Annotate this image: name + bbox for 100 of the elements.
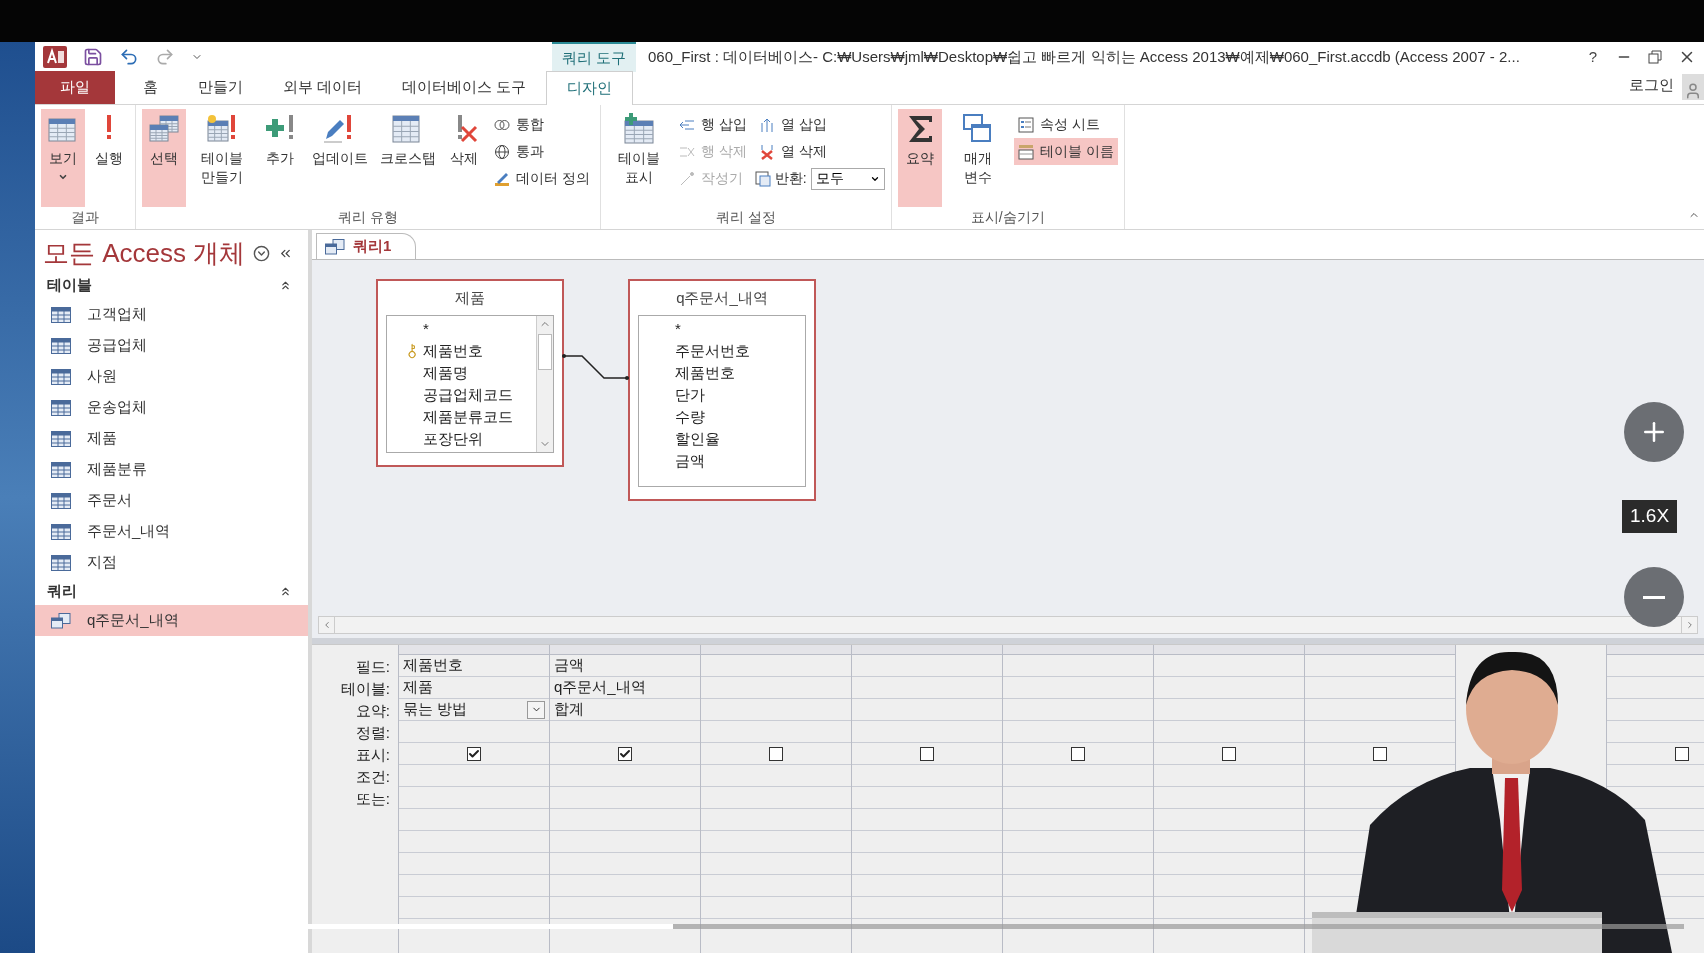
nav-item[interactable]: 제품분류 — [35, 454, 308, 485]
save-icon[interactable] — [83, 47, 103, 67]
nav-item[interactable]: 주문서 — [35, 485, 308, 516]
nav-item[interactable]: 운송업체 — [35, 392, 308, 423]
grid-cell[interactable]: 합계 — [550, 698, 584, 721]
app-logo[interactable] — [43, 46, 67, 68]
windows-icon — [961, 113, 994, 145]
nav-item-label: q주문서_내역 — [87, 610, 179, 631]
window-title: 060_First : 데이터베이스- C:₩Users₩jml₩Desktop₩쉽고 빠르게 익히는 Access 2013₩예제₩060_First.accdb (Access 2007 - 2... — [648, 46, 1520, 67]
nav-item[interactable]: 고객업체 — [35, 299, 308, 330]
show-checkbox[interactable] — [1675, 746, 1689, 761]
field-name[interactable]: 제품번호 — [675, 361, 735, 385]
return-label: 반환: — [774, 169, 807, 188]
ribbon-tab[interactable]: 파일 — [35, 71, 115, 104]
nav-section-header[interactable]: 테이블 — [47, 274, 92, 297]
nav-item[interactable]: 주문서_내역 — [35, 516, 308, 547]
collapse-section-icon[interactable] — [279, 279, 292, 292]
row-label: 또는: — [355, 789, 390, 809]
crosstab-button[interactable]: 크로스탭 — [374, 109, 438, 207]
login-link[interactable]: 로그인 — [1629, 73, 1674, 96]
ribbon-tab[interactable]: 홈 — [123, 71, 178, 104]
nav-item[interactable]: 사원 — [35, 361, 308, 392]
field-name[interactable]: * — [675, 317, 681, 341]
delete-columns-button[interactable]: 열 삭제 — [754, 138, 885, 165]
undo-icon[interactable] — [119, 47, 139, 67]
redo-icon[interactable] — [155, 47, 175, 67]
show-checkbox[interactable] — [467, 746, 481, 761]
table-plus-icon — [622, 113, 655, 145]
field-name[interactable]: 제품명 — [423, 361, 468, 385]
make-table-button[interactable]: 테이블 만들기 — [190, 109, 254, 207]
field-name[interactable]: 금액 — [675, 449, 705, 473]
total-dropdown[interactable]: 묶는 방법 — [399, 698, 549, 721]
show-table-button[interactable]: 테이블 표시 — [606, 109, 671, 207]
nav-menu-icon[interactable] — [253, 244, 271, 262]
ribbon-tab[interactable]: 디자인 — [546, 71, 634, 105]
show-checkbox[interactable] — [920, 746, 934, 761]
pass-through-button[interactable]: 통과 — [490, 138, 594, 165]
run-button[interactable]: 실행 — [89, 109, 129, 207]
nav-item[interactable]: 제품 — [35, 423, 308, 454]
totals-button[interactable]: 요약 — [897, 109, 942, 207]
field-name[interactable]: 공급업체코드 — [423, 383, 513, 407]
caret-icon — [58, 172, 68, 182]
insert-rows-button[interactable]: 행 삽입 — [674, 111, 751, 138]
field-name[interactable]: 단가 — [675, 383, 705, 407]
field-name[interactable]: 제품번호 — [423, 339, 483, 363]
insert-columns-button[interactable]: 열 삽입 — [754, 111, 885, 138]
ribbon-tab[interactable]: 데이터베이스 도구 — [382, 71, 547, 104]
property-sheet-button[interactable]: 속성 시트 — [1013, 111, 1118, 138]
field-name[interactable]: 주문서번호 — [675, 339, 750, 363]
table-names-button[interactable]: 테이블 이름 — [1013, 138, 1118, 165]
nav-item-label: 운송업체 — [87, 397, 147, 418]
field-name[interactable]: 제품분류코드 — [423, 405, 513, 429]
pencil-exclamation-icon — [322, 113, 354, 145]
view-button[interactable]: 보기 — [41, 109, 85, 207]
show-checkbox[interactable] — [1222, 746, 1236, 761]
nav-item-label: 사원 — [87, 366, 117, 387]
collapse-section-icon[interactable] — [279, 585, 292, 598]
return-select[interactable]: 모두 — [810, 167, 885, 190]
tables-icon — [148, 113, 180, 145]
ribbon-tab[interactable]: 만들기 — [178, 71, 263, 104]
nav-item-label: 공급업체 — [87, 335, 147, 356]
update-button[interactable]: 업데이트 — [306, 109, 370, 207]
nav-item-label: 제품분류 — [87, 459, 147, 480]
nav-item-label: 주문서 — [87, 490, 132, 511]
nav-item[interactable]: 공급업체 — [35, 330, 308, 361]
help-button[interactable]: ? — [1578, 45, 1608, 69]
grid-cell[interactable]: 금액 — [550, 654, 584, 677]
table-icon — [51, 368, 71, 385]
parameters-button[interactable]: 매개 변수 — [945, 109, 1010, 207]
grid-cell[interactable]: q주문서_내역 — [550, 676, 646, 699]
union-button[interactable]: 통합 — [490, 111, 594, 138]
scroll-thumb[interactable] — [538, 334, 552, 370]
ribbon-tab[interactable]: 외부 데이터 — [263, 71, 383, 104]
query-icon — [325, 238, 345, 255]
grid-cell[interactable]: 제품번호 — [399, 654, 463, 677]
user-avatar[interactable] — [1682, 74, 1704, 100]
nav-item[interactable]: q주문서_내역 — [35, 605, 308, 636]
field-name[interactable]: * — [423, 317, 429, 341]
nav-section-header[interactable]: 쿼리 — [47, 580, 77, 603]
nav-item[interactable]: 지점 — [35, 547, 308, 578]
horizontal-scrollbar[interactable] — [318, 616, 1698, 634]
nav-pane-title: 모든 Access 개체 — [43, 236, 246, 270]
show-checkbox[interactable] — [1373, 746, 1387, 761]
scrollbar[interactable] — [536, 316, 553, 452]
field-name[interactable]: 수량 — [675, 405, 705, 429]
row-label: 정렬: — [355, 723, 390, 743]
show-checkbox[interactable] — [769, 746, 783, 761]
progress-track[interactable] — [54, 924, 1684, 929]
delete-query-button[interactable]: 삭제 — [442, 109, 486, 207]
data-definition-button[interactable]: 데이터 정의 — [490, 165, 594, 192]
table-icon — [51, 554, 71, 571]
grid-cell[interactable]: 제품 — [399, 676, 433, 699]
restore-icon[interactable] — [1648, 50, 1662, 64]
field-name[interactable]: 할인율 — [675, 427, 720, 451]
field-name[interactable]: 포장단위 — [423, 427, 483, 451]
select-query-button[interactable]: 선택 — [142, 109, 186, 207]
show-checkbox[interactable] — [1071, 746, 1085, 761]
document-tab[interactable]: 쿼리1 — [316, 233, 417, 259]
append-button[interactable]: 추가 — [258, 109, 302, 207]
show-checkbox[interactable] — [618, 746, 632, 761]
